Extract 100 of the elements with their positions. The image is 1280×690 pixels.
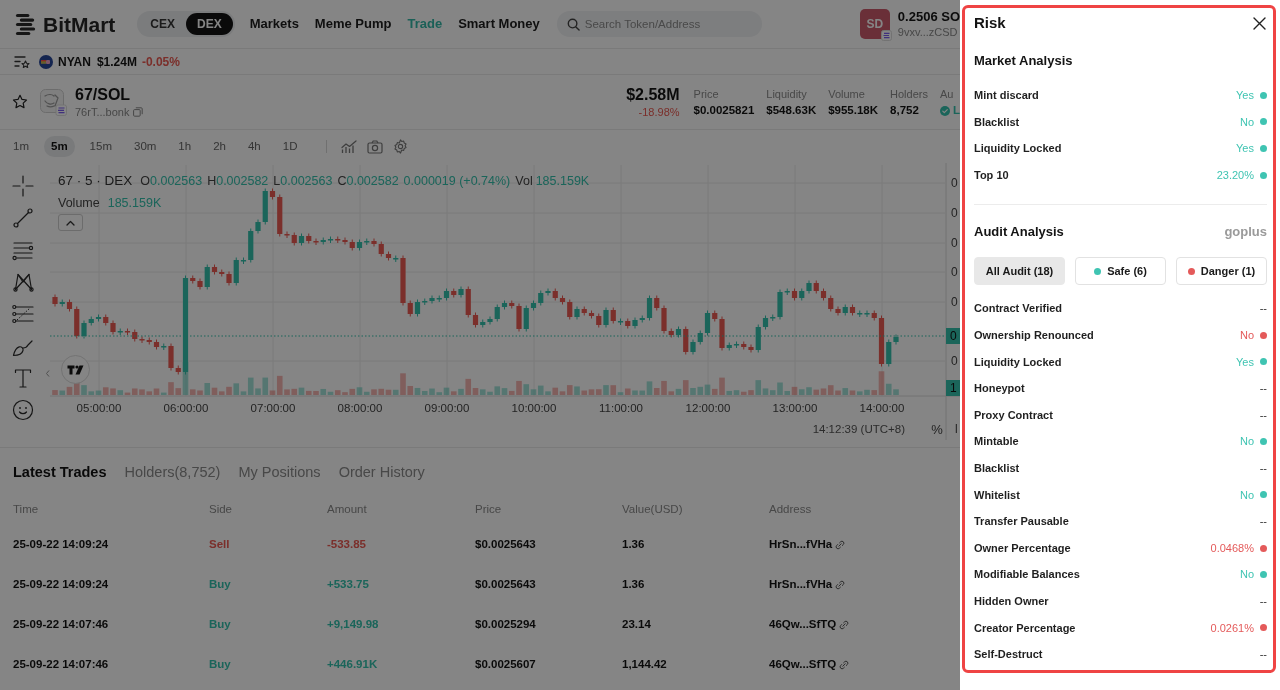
- ticker-symbol[interactable]: NYAN: [58, 52, 91, 71]
- log-toggle[interactable]: l: [955, 422, 958, 436]
- timezone-clock[interactable]: 14:12:39 (UTC+8): [812, 423, 905, 435]
- trades-tab[interactable]: Holders(8,752): [124, 462, 221, 484]
- trades-tab[interactable]: Latest Trades: [13, 462, 107, 484]
- legend-value: 185.159K: [535, 173, 590, 190]
- audit-source: goplus: [1224, 222, 1267, 241]
- link-icon[interactable]: [835, 580, 846, 590]
- stat-label: Holders: [890, 87, 928, 102]
- trend-line-icon[interactable]: [11, 207, 34, 229]
- pattern-nodes-icon[interactable]: [11, 271, 34, 293]
- interval-tab[interactable]: 1h: [171, 136, 199, 157]
- starred-list-icon[interactable]: [14, 54, 30, 69]
- risk-label: Liquidity Locked: [974, 141, 1062, 157]
- risk-value: Yes: [1236, 354, 1254, 370]
- column-header: Side: [209, 501, 233, 517]
- percent-toggle[interactable]: %: [931, 421, 943, 437]
- interval-tab[interactable]: 1m: [6, 136, 36, 157]
- risk-value: --: [1259, 461, 1267, 476]
- risk-value: No: [1239, 567, 1254, 583]
- interval-tab[interactable]: 2h: [206, 136, 233, 157]
- axis-label: 0: [951, 265, 958, 279]
- interval-tab[interactable]: 4h: [240, 136, 268, 157]
- stat-value: $548.63K: [766, 103, 817, 118]
- market-tab[interactable]: DEX: [186, 13, 233, 35]
- chevron-left-icon[interactable]: [46, 370, 50, 377]
- coin-icon: [39, 54, 53, 69]
- smiley-icon[interactable]: [11, 399, 34, 421]
- axis-label: 11:00:00: [599, 402, 643, 414]
- address-link[interactable]: 46Qw...SfTQ: [769, 616, 837, 634]
- stat-value: L: [952, 103, 960, 118]
- interval-tab[interactable]: 15m: [82, 136, 119, 157]
- risk-value: --: [1259, 514, 1267, 530]
- market-cap: $2.58M: [626, 84, 680, 105]
- nav-link[interactable]: Meme Pump: [314, 14, 392, 34]
- risk-label: Contract Verified: [974, 301, 1063, 317]
- star-icon[interactable]: [12, 94, 28, 110]
- close-icon[interactable]: [1253, 16, 1266, 30]
- audit-filter-button[interactable]: All Audit (18): [974, 257, 1065, 286]
- trades-tab[interactable]: My Positions: [238, 462, 321, 484]
- stat-value: $955.18K: [828, 103, 879, 118]
- risk-value: --: [1259, 647, 1267, 663]
- table-cell-text: $0.0025294: [475, 617, 536, 633]
- copy-icon[interactable]: [133, 107, 144, 117]
- legend-key: Vol: [515, 172, 533, 191]
- token-logo-icon: [40, 88, 67, 116]
- table-cell-text: $0.0025607: [475, 657, 536, 673]
- collapse-button[interactable]: [58, 214, 83, 231]
- ticker-market-cap: $1.24M: [96, 53, 137, 71]
- axis-label: 07:00:00: [250, 402, 296, 414]
- crosshair-icon[interactable]: [11, 175, 34, 197]
- trades-tab[interactable]: Order History: [338, 462, 425, 484]
- table-cell-text: +533.75: [327, 577, 369, 593]
- volume-tag: 1: [946, 380, 960, 396]
- risk-label: Creator Percentage: [974, 620, 1076, 636]
- link-icon[interactable]: [835, 540, 846, 550]
- camera-icon[interactable]: [367, 139, 384, 154]
- risk-label: Transfer Pausable: [974, 514, 1069, 530]
- audit-filter-button[interactable]: Safe (6): [1075, 257, 1166, 286]
- audit-filter-button[interactable]: Danger (1): [1176, 257, 1267, 286]
- interval-tab[interactable]: 1D: [275, 136, 305, 157]
- chart-logo-icon[interactable]: [61, 355, 90, 384]
- link-icon[interactable]: [839, 660, 850, 670]
- table-cell-text: 1.36: [622, 577, 645, 593]
- axis-label: 05:00:00: [76, 402, 122, 414]
- table-cell-text: 25-09-22 14:07:46: [13, 617, 109, 633]
- risk-label: Mint discard: [974, 88, 1039, 104]
- interval-tab[interactable]: 5m: [44, 136, 75, 157]
- legend-value: 0.002563: [150, 173, 203, 190]
- wallet-balance: 0.2506 SO: [897, 9, 960, 25]
- nav-link[interactable]: Smart Money: [458, 14, 540, 34]
- table-cell-text: $0.0025643: [475, 577, 536, 593]
- risk-value: --: [1259, 381, 1267, 397]
- settings-icon[interactable]: [393, 139, 409, 154]
- horizontal-lines-icon[interactable]: [11, 239, 34, 261]
- risk-value: --: [1259, 301, 1267, 317]
- risk-value: No: [1239, 114, 1254, 130]
- risk-label: Modifiable Balances: [974, 567, 1080, 583]
- address-link[interactable]: HrSn...fVHa: [769, 536, 833, 554]
- risk-label: Whitelist: [974, 487, 1020, 503]
- brand-name: BitMart: [43, 13, 116, 35]
- address-link[interactable]: HrSn...fVHa: [769, 576, 833, 594]
- parallel-lines-icon[interactable]: [11, 303, 34, 325]
- risk-value: 0.0261%: [1210, 620, 1254, 636]
- link-icon[interactable]: [839, 620, 850, 630]
- token-pair: 67/SOL: [75, 85, 132, 105]
- axis-label: 09:00:00: [424, 402, 470, 414]
- legend-key: C: [337, 172, 347, 191]
- interval-tab[interactable]: 30m: [127, 136, 164, 157]
- risk-label: Ownership Renounced: [974, 328, 1094, 343]
- user-avatar[interactable]: SD: [859, 9, 890, 39]
- table-cell-text: 25-09-22 14:09:24: [13, 537, 109, 553]
- market-tab[interactable]: CEX: [139, 13, 187, 35]
- address-link[interactable]: 46Qw...SfTQ: [769, 656, 837, 674]
- wallet-address: 9vxv...zCSD: [897, 25, 959, 39]
- legend-key: L: [273, 172, 281, 191]
- nav-link[interactable]: Markets: [249, 14, 299, 34]
- stat-value: 8,752: [890, 103, 920, 118]
- chart-indicator-icon[interactable]: [341, 139, 358, 154]
- axis-label: 0: [951, 236, 958, 250]
